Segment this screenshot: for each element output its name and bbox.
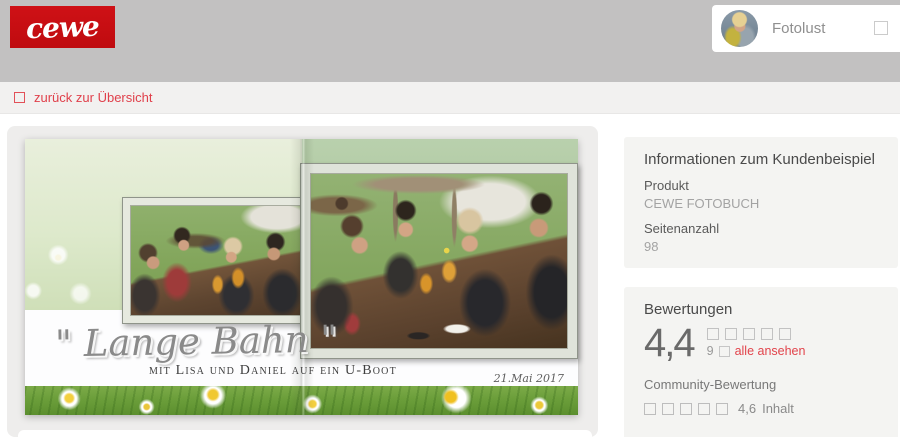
back-to-overview-link[interactable]: zurück zur Übersicht — [0, 90, 152, 105]
info-card: Informationen zum Kundenbeispiel Produkt… — [624, 137, 898, 268]
photobook-date: 21.Mai 2017 — [494, 372, 564, 385]
photobook-photo-left-image — [130, 205, 302, 316]
ratings-card-title: Bewertungen — [644, 301, 878, 318]
star-icon — [644, 403, 656, 415]
back-link-label: zurück zur Übersicht — [34, 90, 152, 105]
photobook-title: " Lange Bahn " — [55, 317, 336, 368]
photobook-photo-left — [122, 197, 310, 324]
cewe-logo[interactable]: cewe — [10, 6, 115, 48]
star-icon — [662, 403, 674, 415]
profile-dropdown-icon[interactable] — [874, 21, 888, 35]
lower-content-card — [18, 430, 592, 437]
photobook-subtitle: mit Lisa und Daniel auf ein U-Boot — [149, 363, 397, 379]
profile-name: Fotolust — [772, 20, 825, 37]
rating-average: 4,4 — [644, 323, 694, 363]
rating-details: 9 alle ansehen — [707, 323, 806, 363]
star-icon — [779, 328, 791, 340]
back-bar: zurück zur Übersicht — [0, 82, 900, 114]
photobook-photo-right-image — [310, 173, 568, 349]
star-icon — [716, 403, 728, 415]
avatar — [721, 10, 758, 47]
profile-card[interactable]: Fotolust — [712, 5, 900, 52]
community-score: 4,6 — [738, 401, 756, 416]
ratings-card: Bewertungen 4,4 9 alle ansehen Community… — [624, 287, 898, 437]
star-icon — [707, 328, 719, 340]
photobook-photo-right — [300, 163, 578, 359]
review-count-row: 9 alle ansehen — [707, 344, 806, 358]
rating-summary-row: 4,4 9 alle ansehen — [644, 323, 878, 363]
product-label: Produkt — [644, 178, 878, 193]
top-header: cewe Fotolust — [0, 0, 900, 82]
cewe-customer-example-page: cewe Fotolust zurück zur Übersicht " Lan… — [0, 0, 900, 437]
review-count: 9 — [707, 344, 714, 358]
star-icon — [725, 328, 737, 340]
photobook-preview: " Lange Bahn " mit Lisa und Daniel auf e… — [25, 139, 578, 415]
page-count-value: 98 — [644, 239, 878, 254]
photobook-flower-strip — [25, 386, 578, 415]
info-card-title: Informationen zum Kundenbeispiel — [644, 151, 878, 168]
product-value: CEWE FOTOBUCH — [644, 196, 878, 211]
community-score-label: Inhalt — [762, 401, 794, 416]
rating-stars — [707, 328, 806, 340]
back-arrow-icon — [14, 92, 25, 103]
star-icon — [698, 403, 710, 415]
star-icon — [761, 328, 773, 340]
community-rating-row: 4,6 Inhalt — [644, 401, 878, 416]
review-count-icon — [719, 346, 730, 357]
star-icon — [680, 403, 692, 415]
community-rating-title: Community-Bewertung — [644, 377, 878, 392]
see-all-reviews-link[interactable]: alle ansehen — [735, 344, 806, 358]
page-count-label: Seitenanzahl — [644, 221, 878, 236]
cewe-logo-text: cewe — [26, 9, 100, 45]
star-icon — [743, 328, 755, 340]
